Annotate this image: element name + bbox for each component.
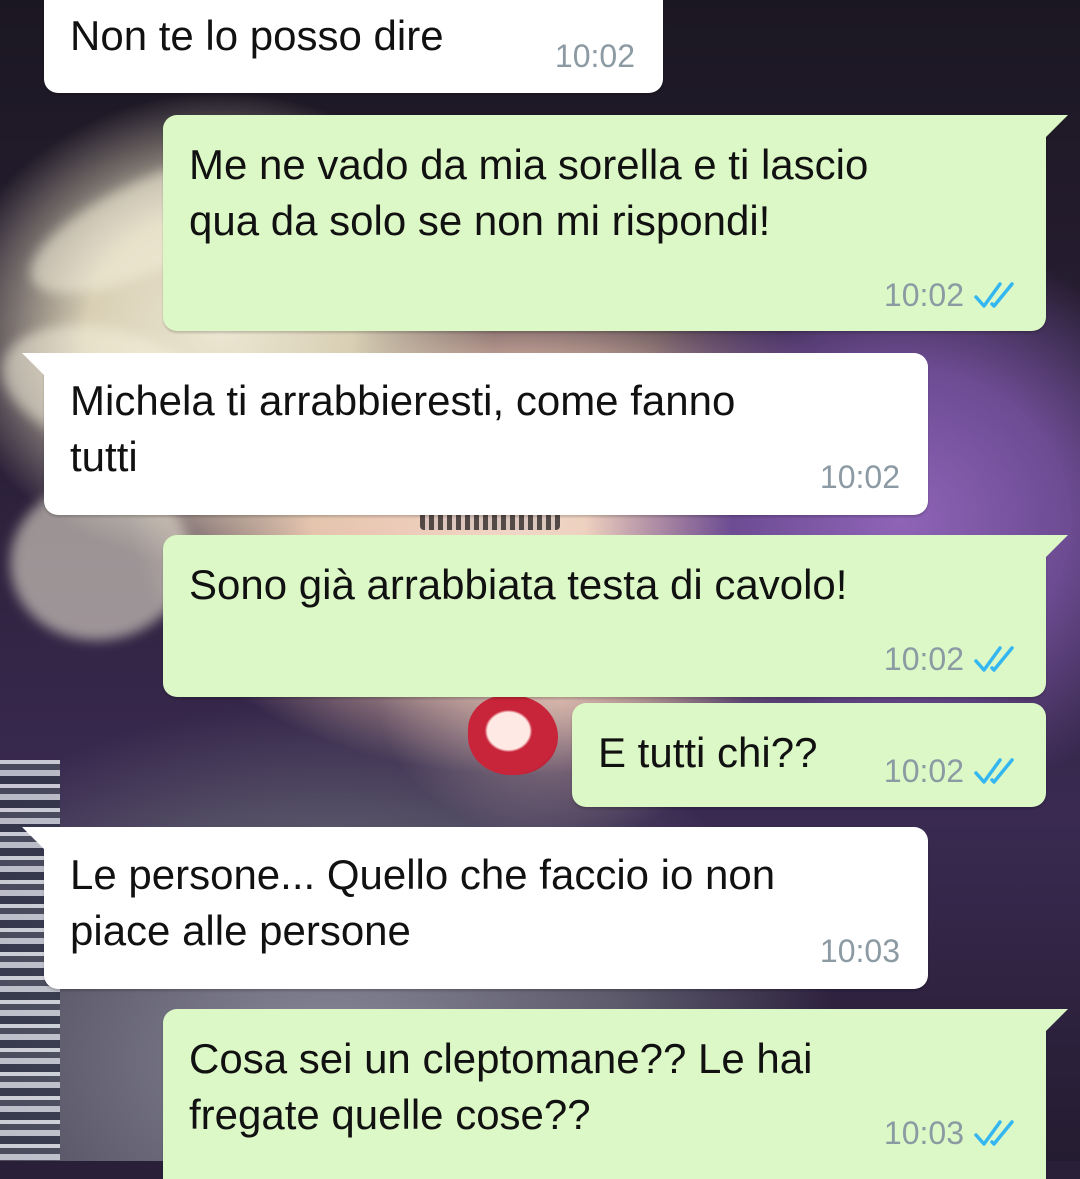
bubble-tail (22, 353, 48, 379)
message-text: Cosa sei un cleptomane?? Le hai fregate … (189, 1035, 813, 1138)
bubble-tail (1042, 115, 1068, 141)
message-text: Me ne vado da mia sorella e ti lascio qu… (189, 141, 869, 244)
message-text: E tutti chi?? (598, 729, 818, 776)
message-timestamp: 10:02 (883, 753, 964, 789)
message-meta: 10:02 (884, 753, 1020, 789)
message-timestamp: 10:02 (554, 38, 635, 74)
wallpaper-detail (468, 695, 558, 775)
message-timestamp: 10:03 (819, 933, 900, 969)
double-check-read-icon (974, 646, 1014, 672)
message-meta: 10:03 (884, 1115, 1020, 1151)
bubble-tail (22, 827, 48, 853)
message-timestamp: 10:03 (883, 1115, 964, 1151)
double-check-read-icon (974, 758, 1014, 784)
message-meta: 10:02 (884, 277, 1020, 313)
message-text: Non te lo posso dire (70, 12, 444, 59)
double-check-read-icon (974, 282, 1014, 308)
message-bubble-incoming[interactable]: Michela ti arrabbieresti, come fanno tut… (22, 353, 928, 515)
message-bubble-outgoing[interactable]: E tutti chi?? 10:02 (572, 703, 1046, 807)
double-check-read-icon (974, 1120, 1014, 1146)
message-bubble-outgoing[interactable]: Sono già arrabbiata testa di cavolo! 10:… (163, 535, 1068, 697)
message-meta: 10:02 (884, 641, 1020, 677)
message-bubble-outgoing[interactable]: Cosa sei un cleptomane?? Le hai fregate … (163, 1009, 1068, 1179)
message-timestamp: 10:02 (883, 277, 964, 313)
message-bubble-outgoing[interactable]: Me ne vado da mia sorella e ti lascio qu… (163, 115, 1068, 331)
bubble-tail (1042, 535, 1068, 561)
message-meta: 10:03 (820, 933, 900, 969)
message-meta: 10:02 (555, 38, 635, 74)
message-timestamp: 10:02 (883, 641, 964, 677)
message-meta: 10:02 (820, 459, 900, 495)
message-text: Michela ti arrabbieresti, come fanno tut… (70, 377, 736, 480)
message-text: Sono già arrabbiata testa di cavolo! (189, 561, 848, 608)
bubble-tail (1042, 1009, 1068, 1035)
message-bubble-incoming[interactable]: Non te lo posso dire 10:02 (44, 0, 663, 93)
message-text: Le persone... Quello che faccio io non p… (70, 851, 776, 954)
message-timestamp: 10:02 (819, 459, 900, 495)
message-bubble-incoming[interactable]: Le persone... Quello che faccio io non p… (22, 827, 928, 989)
